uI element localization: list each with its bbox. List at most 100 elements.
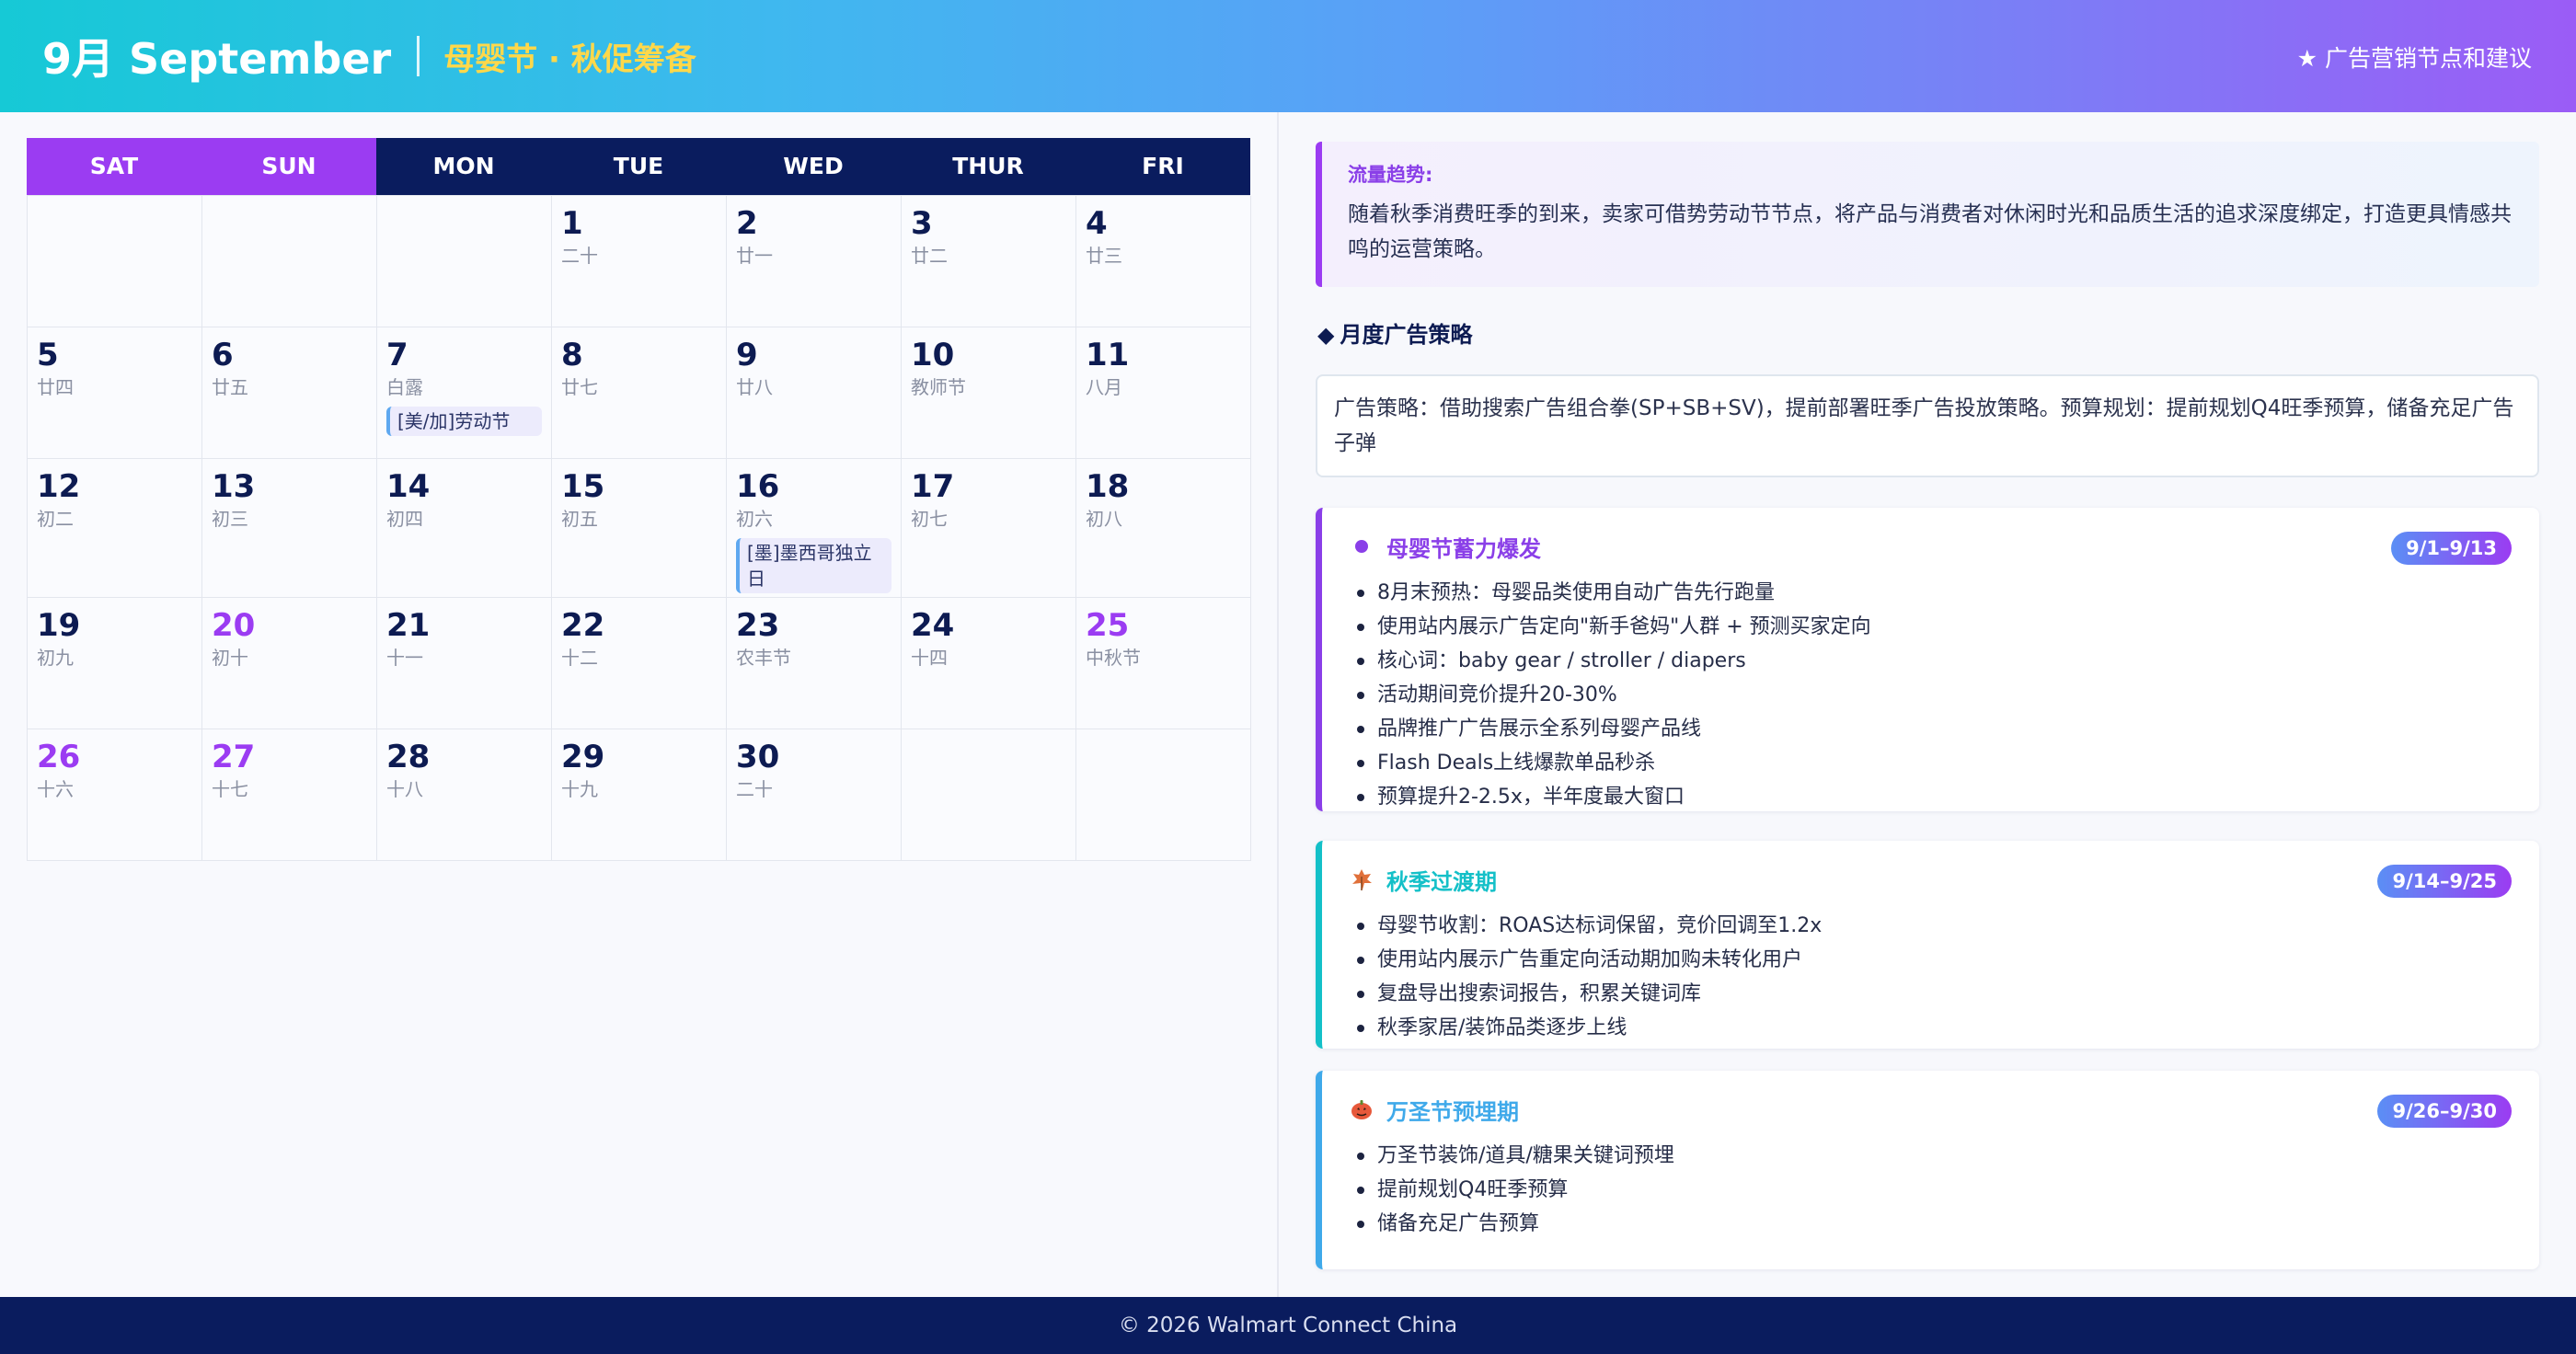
weekday-tue: TUE [551, 138, 726, 195]
day-number: 21 [386, 607, 431, 644]
footer-bar: © 2026 Walmart Connect China [0, 1297, 2576, 1354]
weekday-sat: SAT [27, 138, 201, 195]
lunar-date: 农丰节 [736, 647, 791, 669]
day-number: 29 [561, 739, 605, 775]
weekday-wed: WED [726, 138, 901, 195]
calendar-cell: 25 中秋节 [1076, 598, 1251, 729]
weekday-sun: SUN [201, 138, 376, 195]
lunar-date: 廿二 [911, 245, 948, 267]
calendar-cell: 13 初三 [202, 459, 377, 598]
list-item: 核心词：baby gear / stroller / diapers [1350, 644, 2512, 678]
day-number: 23 [736, 607, 780, 644]
phase-card: 万圣节预埋期 9/26–9/30 万圣节装饰/道具/糖果关键词预埋 提前规划Q4旺季预… [1316, 1071, 2539, 1269]
calendar-cell: 12 初二 [28, 459, 202, 598]
calendar-cell: 23 农丰节 [727, 598, 902, 729]
lunar-date: 十七 [212, 778, 248, 800]
day-number: 7 [386, 337, 408, 373]
day-number: 24 [911, 607, 955, 644]
month-title: 9月 September [42, 34, 392, 84]
maple-leaf-icon [1350, 867, 1374, 891]
lunar-date: 十二 [561, 647, 598, 669]
holiday-event-tag: [美/加]劳动节 [386, 407, 542, 436]
calendar-cell: 6 廿五 [202, 327, 377, 459]
date-range-badge: 9/14–9/25 [2377, 865, 2512, 898]
lunar-date: 初七 [911, 508, 948, 530]
day-number: 8 [561, 337, 583, 373]
calendar-cell: 17 初七 [902, 459, 1076, 598]
phase-card-header: 母婴节蓄力爆发 9/1–9/13 [1350, 528, 2512, 565]
phase-card-header: 万圣节预埋期 9/26–9/30 [1350, 1091, 2512, 1128]
day-number: 15 [561, 468, 605, 505]
day-number: 12 [37, 468, 81, 505]
day-number: 19 [37, 607, 81, 644]
calendar-cell [902, 729, 1076, 861]
day-number: 16 [736, 468, 780, 505]
calendar-cell: 9 廿八 [727, 327, 902, 459]
calendar-cell: 19 初九 [28, 598, 202, 729]
date-range-badge: 9/26–9/30 [2377, 1095, 2512, 1128]
calendar-cell: 11 八月 [1076, 327, 1251, 459]
calendar-cell: 30 二十 [727, 729, 902, 861]
day-number: 4 [1086, 205, 1108, 242]
calendar-cell: 7 白露 [美/加]劳动节 [377, 327, 552, 459]
list-item: 提前规划Q4旺季预算 [1350, 1173, 2512, 1207]
list-item: 使用站内展示广告重定向活动期加购未转化用户 [1350, 943, 2512, 977]
pumpkin-icon [1350, 1097, 1374, 1121]
lunar-date: 廿三 [1086, 245, 1122, 267]
calendar-panel: SAT SUN MON TUE WED THUR FRI 1 二十 2 廿一 3 廿二 4 廿… [0, 112, 1279, 1297]
day-number: 28 [386, 739, 431, 775]
lunar-date: 初九 [37, 647, 74, 669]
calendar-cell: 29 十九 [552, 729, 727, 861]
calendar-cell: 2 廿一 [727, 196, 902, 327]
list-item: 预算提升2-2.5x，半年度最大窗口 [1350, 780, 2512, 814]
day-number: 9 [736, 337, 758, 373]
day-number: 18 [1086, 468, 1130, 505]
page-root: 9月 September 母婴节 · 秋促筹备 ★ 广告营销节点和建议 SAT … [0, 0, 2576, 1354]
trend-text: 随着秋季消费旺季的到来，卖家可借势劳动节节点，将产品与消费者对休闲时光和品质生活… [1348, 202, 2512, 261]
lunar-date: 中秋节 [1086, 647, 1141, 669]
list-item: 秋季家居/装饰品类逐步上线 [1350, 1011, 2512, 1045]
calendar-cell: 5 廿四 [28, 327, 202, 459]
calendar-cell: 22 十二 [552, 598, 727, 729]
calendar-cell: 10 教师节 [902, 327, 1076, 459]
lunar-date: 白露 [386, 376, 423, 398]
phase-card: 秋季过渡期 9/14–9/25 母婴节收割：ROAS达标词保留，竞价回调至1.2x 使… [1316, 841, 2539, 1049]
calendar-cell: 26 十六 [28, 729, 202, 861]
lunar-date: 初八 [1086, 508, 1122, 530]
list-item: 母婴节收割：ROAS达标词保留，竞价回调至1.2x [1350, 909, 2512, 943]
calendar-cell: 8 廿七 [552, 327, 727, 459]
list-item: Flash Deals上线爆款单品秒杀 [1350, 746, 2512, 780]
day-number: 30 [736, 739, 780, 775]
lunar-date: 十八 [386, 778, 423, 800]
lunar-date: 十一 [386, 647, 423, 669]
lunar-date: 初十 [212, 647, 248, 669]
lunar-date: 十九 [561, 778, 598, 800]
lunar-date: 二十 [561, 245, 598, 267]
day-number: 27 [212, 739, 256, 775]
calendar-cell: 4 廿三 [1076, 196, 1251, 327]
calendar-cell: 20 初十 [202, 598, 377, 729]
calendar-cell: 16 初六 [墨]墨西哥独立日 [727, 459, 902, 598]
day-number: 5 [37, 337, 59, 373]
dot-icon [1350, 534, 1374, 558]
calendar-cell: 15 初五 [552, 459, 727, 598]
monthly-strategy-box: 广告策略：借助搜索广告组合拳(SP+SB+SV)，提前部署旺季广告投放策略。预算… [1316, 374, 2539, 477]
day-number: 22 [561, 607, 605, 644]
weekday-header: SAT SUN MON TUE WED THUR FRI [27, 138, 1250, 195]
phase-card-title: 母婴节蓄力爆发 [1386, 535, 1541, 562]
calendar-cell [1076, 729, 1251, 861]
lunar-date: 廿五 [212, 376, 248, 398]
day-number: 11 [1086, 337, 1130, 373]
day-number: 10 [911, 337, 955, 373]
holiday-event-tag: [墨]墨西哥独立日 [736, 538, 891, 593]
calendar-cell [202, 196, 377, 327]
lunar-date: 十四 [911, 647, 948, 669]
lunar-date: 廿七 [561, 376, 598, 398]
day-number: 2 [736, 205, 758, 242]
header-divider [417, 36, 420, 76]
calendar-cell [377, 196, 552, 327]
monthly-strategy-heading: ◆ 月度广告策略 [1317, 316, 1472, 349]
lunar-date: 教师节 [911, 376, 966, 398]
phase-card-list: 8月末预热：母婴品类使用自动广告先行跑量 使用站内展示广告定向"新手爸妈"人群 +… [1350, 576, 2512, 814]
phase-card-title: 万圣节预埋期 [1386, 1098, 1519, 1125]
